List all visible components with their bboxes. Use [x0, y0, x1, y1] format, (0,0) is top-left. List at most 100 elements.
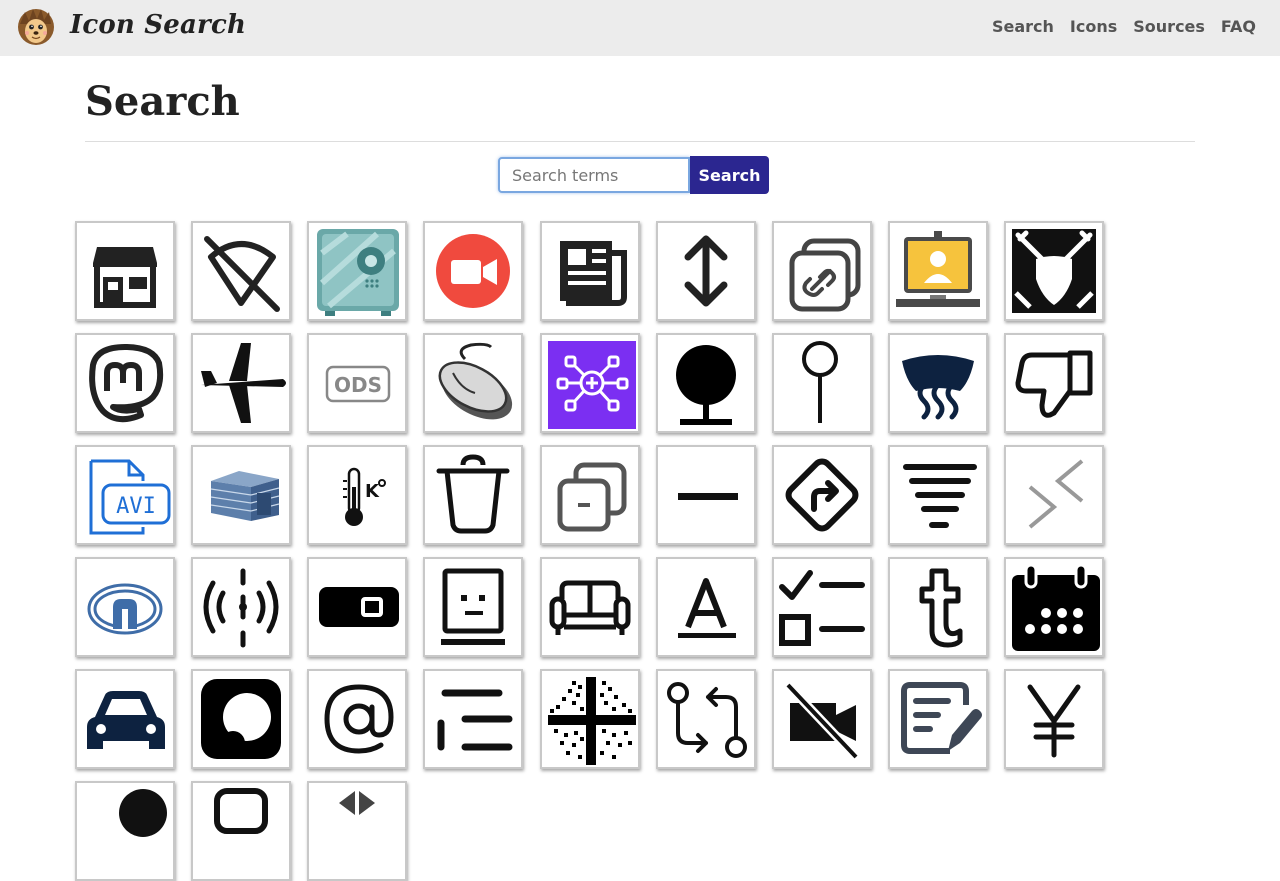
search-input[interactable] [498, 157, 690, 193]
divider [85, 141, 1195, 142]
avi-file-icon: AVI [89, 459, 171, 535]
shed-icon [210, 471, 280, 521]
result-tile-mouse[interactable] [423, 333, 523, 433]
result-tile-minus[interactable] [656, 445, 756, 545]
copy-link-icon [789, 238, 861, 312]
result-tile-git-compare[interactable] [656, 669, 756, 769]
result-tile-mastodon[interactable] [75, 333, 175, 433]
sort-vertical-icon [684, 235, 728, 307]
result-tile-sofa[interactable] [540, 557, 640, 657]
result-tile-airplane[interactable] [191, 333, 291, 433]
page-title: Search [85, 78, 240, 125]
result-tile-checklist[interactable] [772, 557, 872, 657]
result-tile-turn-right-sign[interactable] [772, 445, 872, 545]
windshield-heat-icon [902, 355, 974, 420]
site-title[interactable]: Icon Search [70, 10, 246, 40]
result-tile-broadcast[interactable] [191, 557, 291, 657]
result-tile-collapse[interactable] [1004, 445, 1104, 545]
video-off-icon [784, 681, 860, 761]
result-tile-safe[interactable] [307, 221, 407, 321]
turn-right-sign-icon [785, 458, 859, 532]
result-tile-copy-minus[interactable] [540, 445, 640, 545]
video-call-icon [436, 234, 510, 308]
sofa-icon [549, 580, 631, 635]
partial-icon [119, 789, 167, 837]
search-form: Search [498, 156, 769, 194]
checklist-icon [779, 570, 865, 646]
result-tile-signature[interactable] [888, 669, 988, 769]
nav-link-icons[interactable]: Icons [1070, 17, 1117, 36]
collapse-icon [1028, 459, 1084, 529]
result-tile-robot-face[interactable] [423, 557, 523, 657]
result-tile-partial[interactable] [191, 781, 291, 881]
partial-icon [339, 791, 375, 815]
result-tile-qr-pattern[interactable] [540, 669, 640, 769]
result-tile-wifi-off[interactable] [191, 221, 291, 321]
thermometer-kelvin-icon: K [343, 467, 386, 526]
result-tile-at-sign[interactable] [307, 669, 407, 769]
result-tile-filter[interactable] [888, 445, 988, 545]
font-color-icon [678, 578, 736, 638]
tumblr-icon [919, 568, 963, 648]
result-tile-greatwall-logo[interactable] [75, 557, 175, 657]
result-tile-windshield-heat[interactable] [888, 333, 988, 433]
result-tile-network-add[interactable] [540, 333, 640, 433]
hedgehog-icon[interactable] [16, 6, 56, 46]
navbar: Icon Search Search Icons Sources FAQ [0, 0, 1280, 56]
ods-file-icon: ODS [325, 365, 391, 403]
copy-minus-icon [557, 462, 627, 532]
result-tile-map-pin[interactable] [772, 333, 872, 433]
result-tile-laptop-user[interactable] [888, 221, 988, 321]
svg-text:AVI: AVI [116, 494, 156, 519]
result-tile-store[interactable] [75, 221, 175, 321]
result-tile-tumblr[interactable] [888, 557, 988, 657]
calendar-icon [1012, 563, 1100, 651]
app-logo-icon [201, 679, 281, 759]
safe-icon [317, 229, 399, 316]
result-tile-copy-link[interactable] [772, 221, 872, 321]
result-tile-thermometer-kelvin[interactable]: K [307, 445, 407, 545]
result-tile-indent[interactable] [423, 669, 523, 769]
store-icon [93, 247, 157, 308]
trash-icon [436, 454, 510, 534]
nav-link-faq[interactable]: FAQ [1221, 17, 1256, 36]
result-tile-yen[interactable] [1004, 669, 1104, 769]
result-tile-video-off[interactable] [772, 669, 872, 769]
nav-link-search[interactable]: Search [992, 17, 1054, 36]
result-tile-battery[interactable] [307, 557, 407, 657]
nav-link-sources[interactable]: Sources [1133, 17, 1205, 36]
result-tile-shield-swords[interactable] [1004, 221, 1104, 321]
thumbs-down-icon [1015, 350, 1093, 418]
minus-icon [678, 493, 738, 500]
partial-icon [214, 788, 268, 834]
signature-icon [901, 682, 982, 754]
result-tile-partial[interactable] [75, 781, 175, 881]
airplane-icon [201, 343, 286, 423]
result-tile-ods-file[interactable]: ODS [307, 333, 407, 433]
result-tile-pin[interactable] [656, 333, 756, 433]
result-tile-avi-file[interactable]: AVI [75, 445, 175, 545]
mastodon-icon [89, 344, 164, 423]
newspaper-icon [560, 241, 627, 306]
svg-text:ODS: ODS [334, 373, 382, 397]
shield-swords-icon [1012, 229, 1096, 313]
result-tile-font-color[interactable] [656, 557, 756, 657]
greatwall-logo-icon [87, 583, 163, 635]
result-tile-app-logo[interactable] [191, 669, 291, 769]
result-tile-calendar[interactable] [1004, 557, 1104, 657]
battery-icon [319, 587, 399, 627]
result-tile-shed[interactable] [191, 445, 291, 545]
robot-face-icon [441, 568, 505, 645]
wifi-off-icon [204, 236, 280, 312]
result-tile-sort-vertical[interactable] [656, 221, 756, 321]
result-tile-partial[interactable] [307, 781, 407, 881]
git-compare-icon [667, 682, 747, 758]
at-sign-icon [324, 684, 394, 754]
result-tile-car[interactable] [75, 669, 175, 769]
result-tile-trash[interactable] [423, 445, 523, 545]
result-tile-video-call[interactable] [423, 221, 523, 321]
result-tile-newspaper[interactable] [540, 221, 640, 321]
result-tile-thumbs-down[interactable] [1004, 333, 1104, 433]
search-button[interactable]: Search [690, 156, 769, 194]
map-pin-icon [802, 341, 838, 423]
